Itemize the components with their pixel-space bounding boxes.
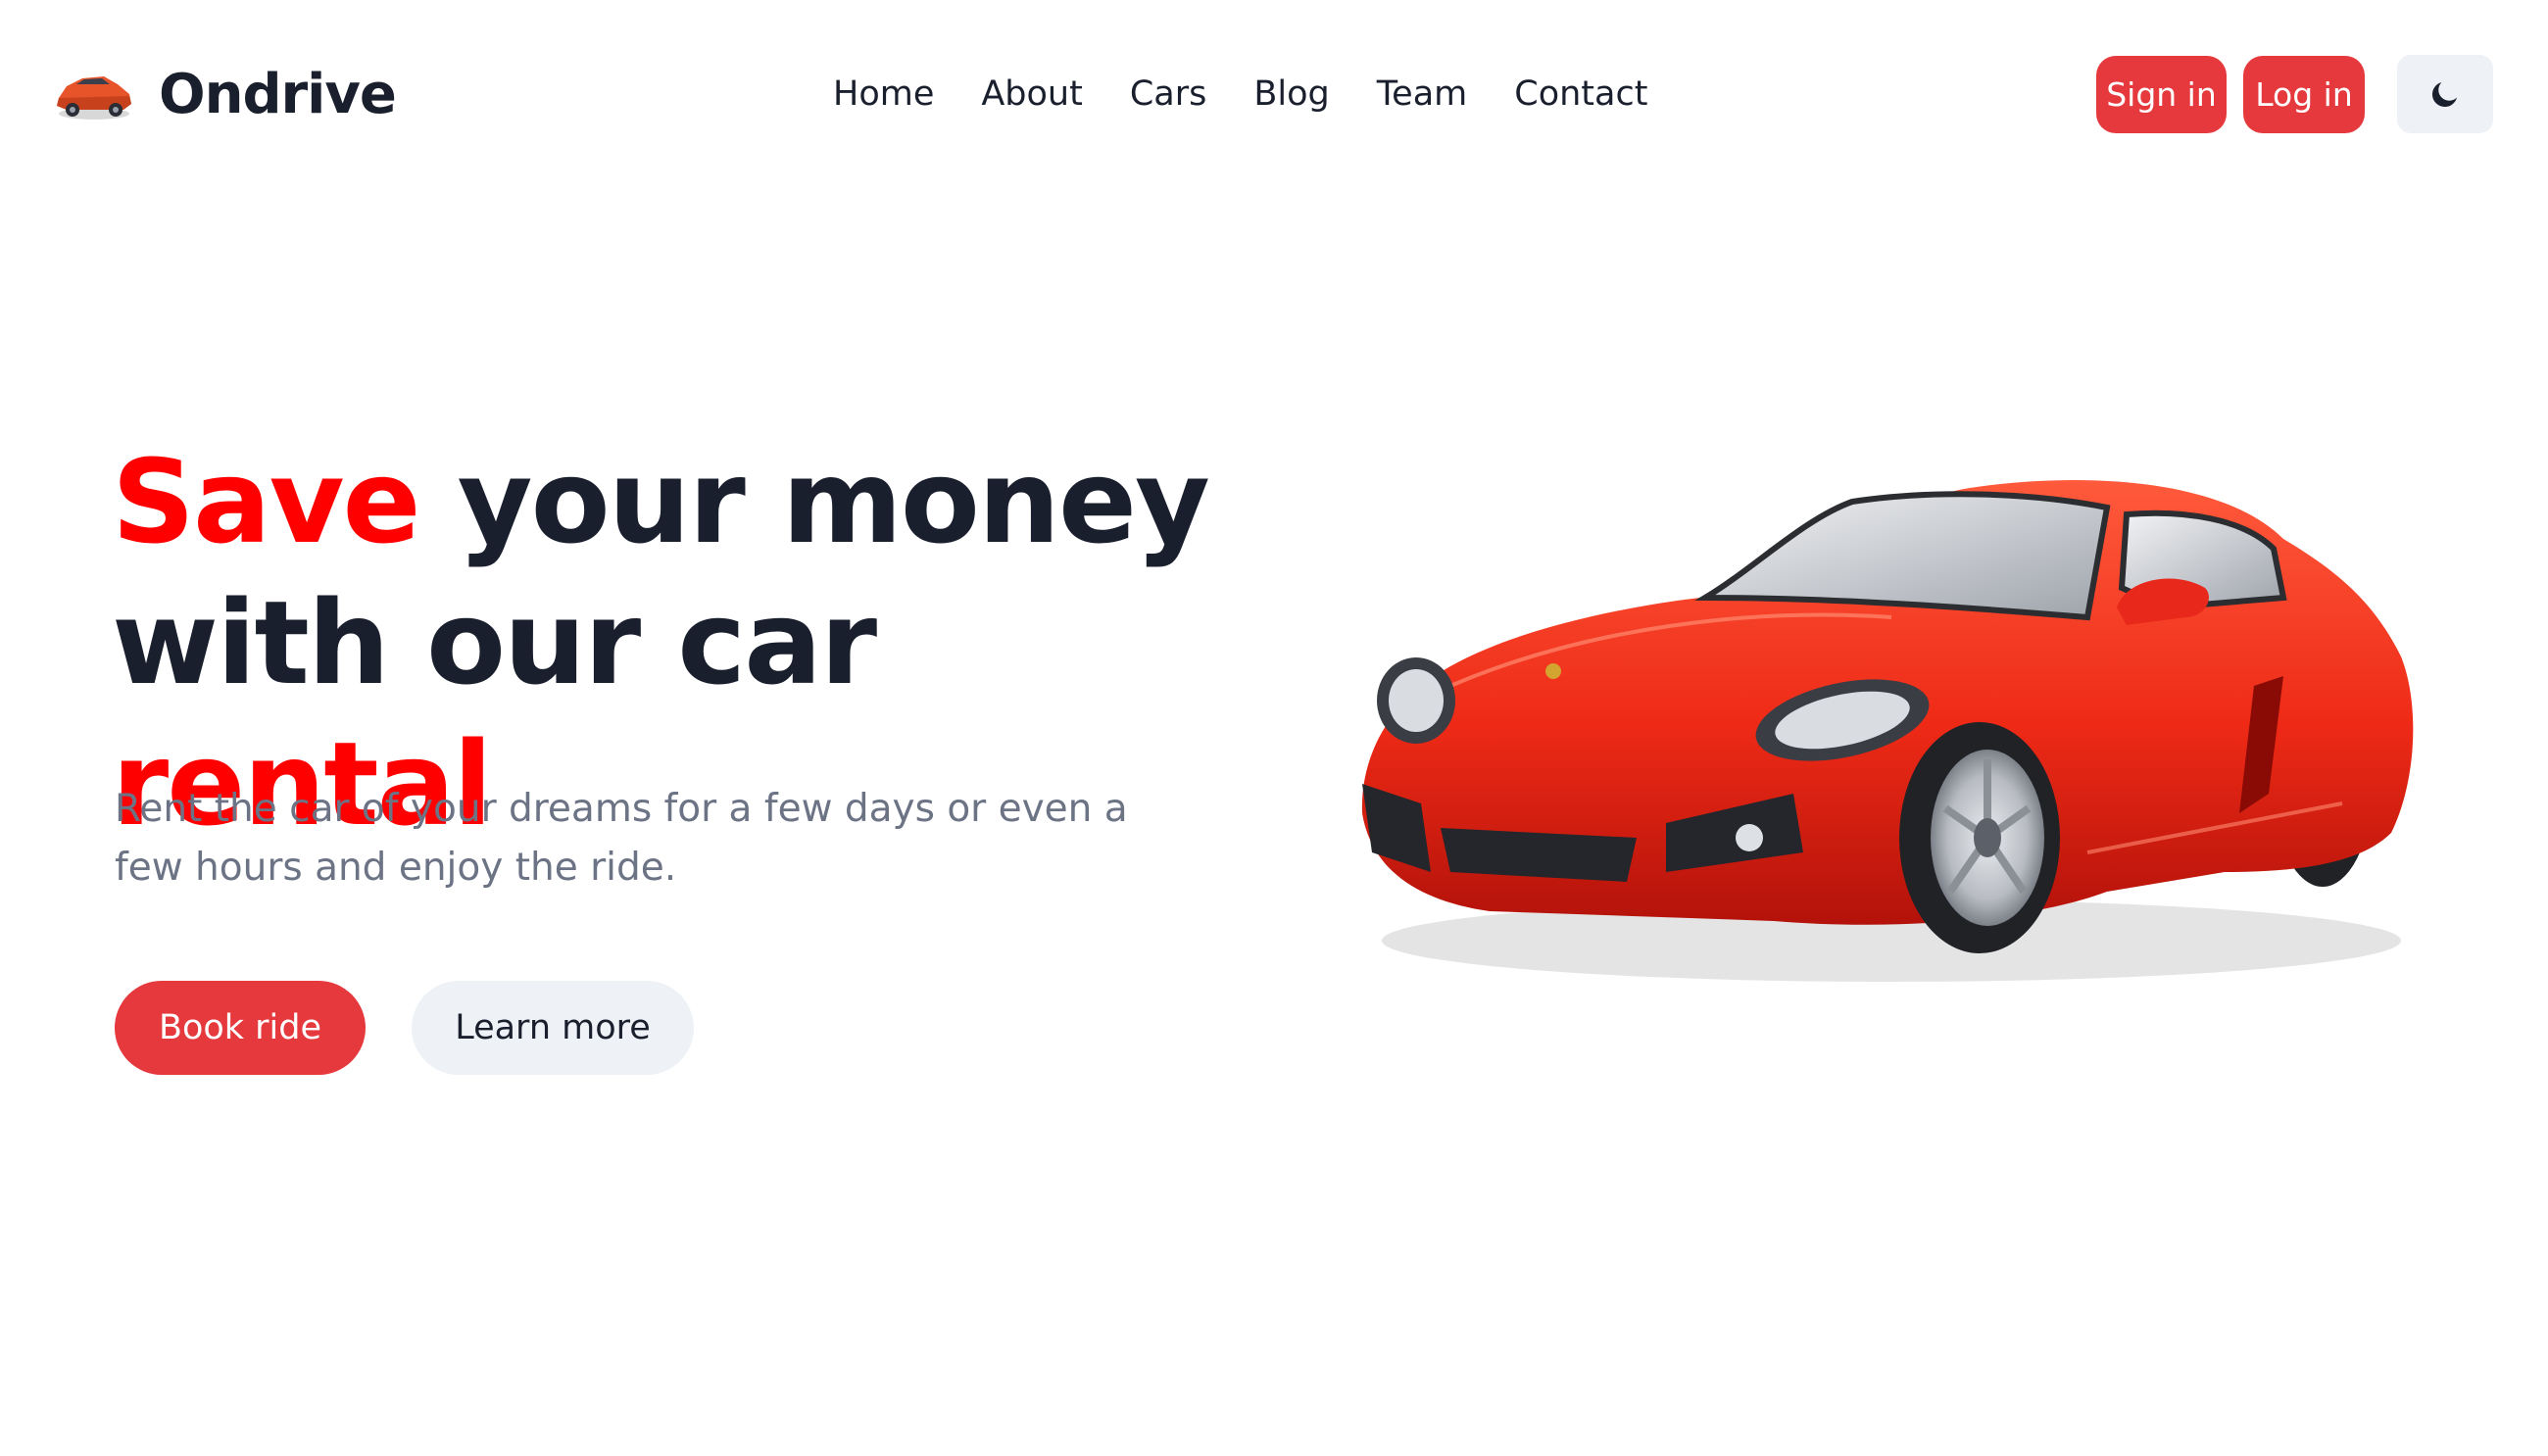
red-sports-car-image [1361,479,2414,982]
hero-title-accent-save: Save [112,434,421,569]
hero-title-line-1: your money [418,434,1210,569]
hero-subtitle: Rent the car of your dreams for a few da… [115,787,1128,890]
moon-icon [2431,81,2458,108]
hero-title-line-2: with our car [112,575,877,710]
nav-item-cars[interactable]: Cars [1130,74,1207,114]
site-header: Ondrive Home About Cars Blog Team Contac… [0,0,2548,186]
theme-toggle-button[interactable] [2397,55,2493,133]
book-ride-button[interactable]: Book ride [115,981,366,1075]
log-in-button[interactable]: Log in [2243,56,2365,133]
nav-item-contact[interactable]: Contact [1514,74,1647,114]
nav-item-team[interactable]: Team [1377,74,1468,114]
sign-in-button[interactable]: Sign in [2096,56,2227,133]
main-nav: Home About Cars Blog Team Contact [833,65,1647,123]
learn-more-button[interactable]: Learn more [412,981,694,1075]
brand-logo-link[interactable]: Ondrive [53,55,397,133]
nav-item-blog[interactable]: Blog [1253,74,1329,114]
brand-name: Ondrive [159,62,397,126]
nav-item-about[interactable]: About [981,74,1082,114]
car-logo-icon [57,76,131,120]
nav-item-home[interactable]: Home [833,74,934,114]
